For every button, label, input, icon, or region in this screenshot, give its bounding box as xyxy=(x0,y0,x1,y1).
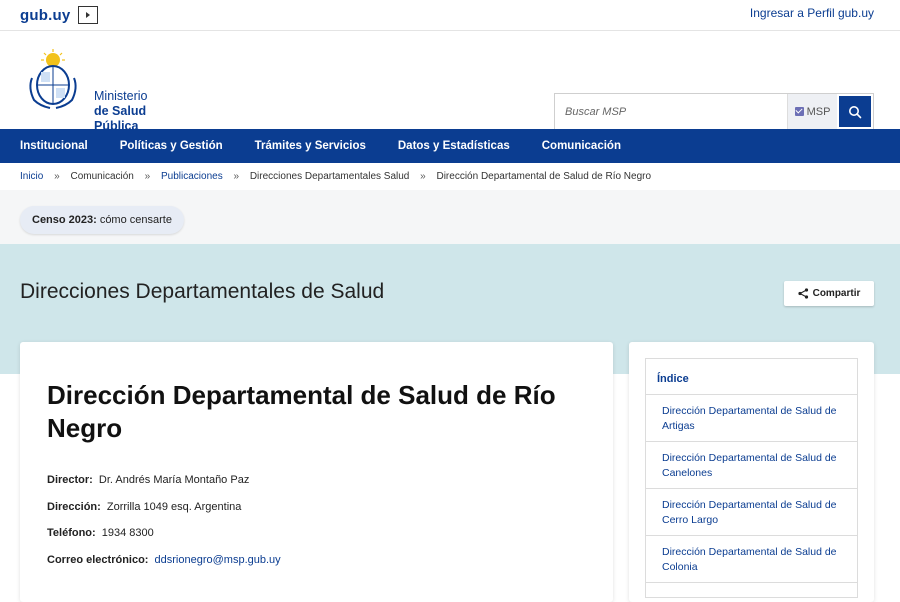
nav-item-comunicacion[interactable]: Comunicación xyxy=(542,140,621,152)
director-row: Director: Dr. Andrés María Montaño Paz xyxy=(47,474,249,486)
nav-item-tramites[interactable]: Trámites y Servicios xyxy=(255,140,366,152)
address-value: Zorrilla 1049 esq. Argentina xyxy=(106,501,242,513)
index-item-cerro-largo[interactable]: Dirección Departamental de Salud de Cerr… xyxy=(646,489,857,536)
share-icon xyxy=(797,288,808,299)
main-nav: Institucional Políticas y Gestión Trámit… xyxy=(0,129,900,163)
address-label: Dirección: xyxy=(47,501,101,513)
nav-item-datos[interactable]: Datos y Estadísticas xyxy=(398,140,510,152)
email-row: Correo electrónico: ddsrionegro@msp.gub.… xyxy=(47,554,281,566)
sidebar-card: Índice Dirección Departamental de Salud … xyxy=(629,342,874,602)
censo-pill[interactable]: Censo 2023: cómo censarte xyxy=(20,206,184,234)
breadcrumb-publicaciones[interactable]: Publicaciones xyxy=(161,171,223,182)
address-row: Dirección: Zorrilla 1049 esq. Argentina xyxy=(47,501,241,513)
phone-row: Teléfono: 1934 8300 xyxy=(47,527,154,539)
email-link[interactable]: ddsrionegro@msp.gub.uy xyxy=(155,554,281,566)
index-title[interactable]: Índice xyxy=(646,359,857,395)
phone-label: Teléfono: xyxy=(47,527,96,539)
national-seal-icon[interactable] xyxy=(26,48,80,110)
index-item-canelones[interactable]: Dirección Departamental de Salud de Cane… xyxy=(646,442,857,489)
ministry-line-2: de Salud xyxy=(94,104,147,118)
director-label: Director: xyxy=(47,474,93,486)
checkbox-checked-icon xyxy=(794,107,804,116)
breadcrumb-separator: » xyxy=(233,171,240,182)
search-button[interactable] xyxy=(839,96,871,127)
announcement-strip: Censo 2023: cómo censarte xyxy=(0,190,900,244)
breadcrumb-separator: » xyxy=(54,171,60,182)
breadcrumb: Inicio » Comunicación » Publicaciones » … xyxy=(20,171,651,182)
share-button[interactable]: Compartir xyxy=(784,281,874,306)
ministry-line-1: Ministerio xyxy=(94,89,148,103)
top-bar: gub.uy Ingresar a Perfil gub.uy xyxy=(0,0,900,31)
nav-item-politicas[interactable]: Políticas y Gestión xyxy=(120,140,223,152)
index-box: Índice Dirección Departamental de Salud … xyxy=(645,358,858,598)
expand-arrow-icon[interactable] xyxy=(78,6,99,24)
breadcrumb-direcciones: Direcciones Departamentales Salud xyxy=(249,171,410,182)
search-input[interactable] xyxy=(555,94,787,129)
censo-bold: Censo 2023: xyxy=(32,214,97,226)
gub-uy-logo[interactable]: gub.uy xyxy=(20,7,70,24)
breadcrumb-separator: » xyxy=(144,171,151,182)
nav-item-institucional[interactable]: Institucional xyxy=(20,140,88,152)
page-title: Dirección Departamental de Salud de Río … xyxy=(47,380,556,443)
section-title: Direcciones Departamentales de Salud xyxy=(20,280,385,303)
breadcrumb-comunicacion: Comunicación xyxy=(70,171,134,182)
email-label: Correo electrónico: xyxy=(47,554,149,566)
login-link[interactable]: Ingresar a Perfil gub.uy xyxy=(750,6,874,20)
site-header: Ministerio de Salud Pública MSP xyxy=(0,31,900,133)
msp-filter-checkbox[interactable]: MSP xyxy=(787,94,837,129)
director-value: Dr. Andrés María Montaño Paz xyxy=(98,474,250,486)
index-item-colonia[interactable]: Dirección Departamental de Salud de Colo… xyxy=(646,536,857,583)
breadcrumb-inicio[interactable]: Inicio xyxy=(20,171,43,182)
msp-filter-label: MSP xyxy=(806,105,831,118)
censo-text: cómo censarte xyxy=(99,214,172,226)
breadcrumb-separator: » xyxy=(420,171,426,182)
ministry-name[interactable]: Ministerio de Salud Pública xyxy=(94,89,148,134)
index-item-artigas[interactable]: Dirección Departamental de Salud de Arti… xyxy=(646,395,857,442)
share-label: Compartir xyxy=(812,288,861,299)
breadcrumb-current: Dirección Departamental de Salud de Río … xyxy=(436,171,652,182)
phone-value: 1934 8300 xyxy=(101,527,154,539)
content-card: Dirección Departamental de Salud de Río … xyxy=(20,342,613,602)
search-icon xyxy=(849,105,862,118)
search-box: MSP xyxy=(554,93,874,130)
